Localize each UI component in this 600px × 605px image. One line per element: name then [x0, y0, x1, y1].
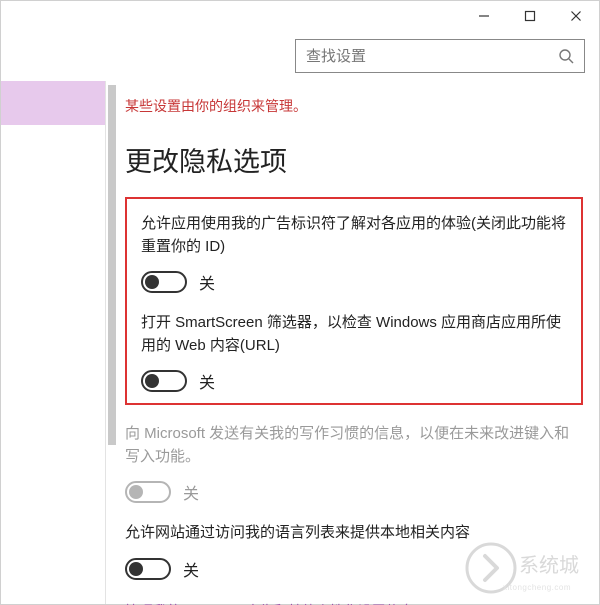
toggle-row: 关 [141, 369, 567, 393]
option-language-list: 允许网站通过访问我的语言列表来提供本地相关内容 关 [125, 522, 583, 581]
toggle-state-label: 关 [183, 557, 199, 581]
toggle-state-label: 关 [183, 480, 199, 504]
search-icon[interactable] [548, 40, 584, 72]
settings-window: 某些设置由你的组织来管理。 更改隐私选项 允许应用使用我的广告标识符了解对各应用… [0, 0, 600, 605]
scrollbar-track[interactable] [108, 85, 116, 599]
titlebar [461, 1, 599, 33]
search-input[interactable] [296, 40, 548, 72]
toggle-row: 关 [125, 480, 583, 504]
option-smartscreen: 打开 SmartScreen 筛选器，以检查 Windows 应用商店应用所使用… [141, 312, 567, 393]
content-area: 某些设置由你的组织来管理。 更改隐私选项 允许应用使用我的广告标识符了解对各应用… [125, 96, 583, 598]
option-typing-info: 向 Microsoft 发送有关我的写作习惯的信息，以便在未来改进键入和写入功能… [125, 423, 583, 504]
sidebar-separator [105, 81, 106, 604]
maximize-button[interactable] [507, 1, 553, 31]
toggle-state-label: 关 [199, 369, 215, 393]
toggle-language-list[interactable] [125, 558, 171, 580]
sidebar-item-active[interactable] [1, 81, 105, 125]
minimize-button[interactable] [461, 1, 507, 31]
option-label: 允许应用使用我的广告标识符了解对各应用的体验(关闭此功能将重置你的 ID) [141, 213, 567, 258]
page-heading: 更改隐私选项 [125, 140, 583, 179]
toggle-row: 关 [125, 557, 583, 581]
toggle-smartscreen[interactable] [141, 370, 187, 392]
option-label: 向 Microsoft 发送有关我的写作习惯的信息，以便在未来改进键入和写入功能… [125, 423, 583, 468]
highlight-box: 允许应用使用我的广告标识符了解对各应用的体验(关闭此功能将重置你的 ID) 关 … [125, 197, 583, 405]
close-button[interactable] [553, 1, 599, 31]
org-managed-note: 某些设置由你的组织来管理。 [125, 96, 583, 116]
toggle-advertising-id[interactable] [141, 271, 187, 293]
toggle-typing-info [125, 481, 171, 503]
toggle-row: 关 [141, 270, 567, 294]
toggle-state-label: 关 [199, 270, 215, 294]
option-label: 打开 SmartScreen 筛选器，以检查 Windows 应用商店应用所使用… [141, 312, 567, 357]
option-label: 允许网站通过访问我的语言列表来提供本地相关内容 [125, 522, 583, 545]
link-manage-ads[interactable]: 管理我的 Microsoft 广告和其他个性化设置信息 [125, 601, 583, 605]
scrollbar-thumb[interactable] [108, 85, 116, 445]
search-container [295, 39, 585, 73]
option-advertising-id: 允许应用使用我的广告标识符了解对各应用的体验(关闭此功能将重置你的 ID) 关 [141, 213, 567, 294]
sidebar [1, 81, 105, 601]
